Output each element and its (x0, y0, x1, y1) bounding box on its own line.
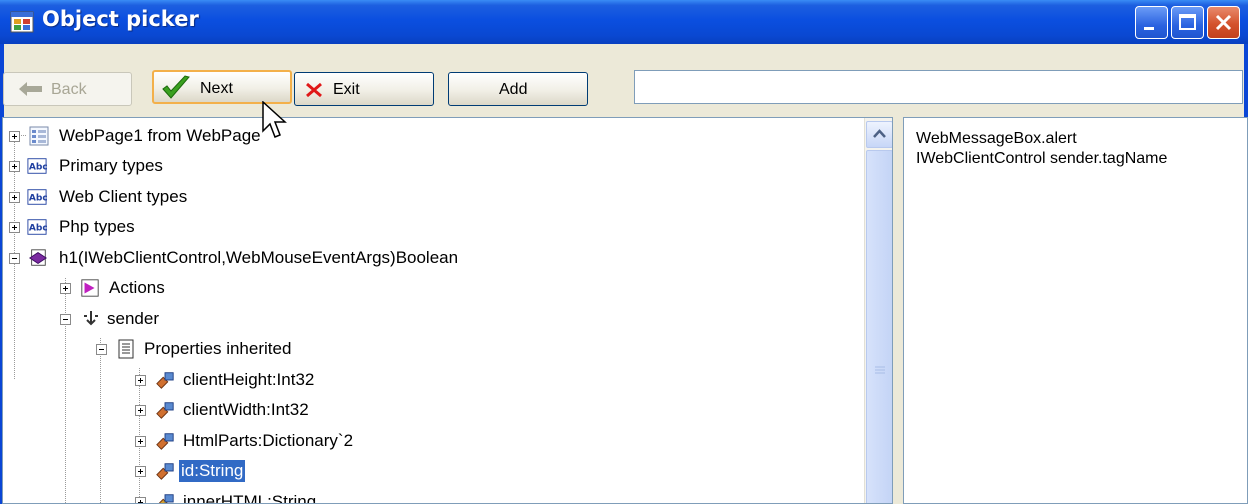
title-bar[interactable]: Object picker (0, 0, 1248, 44)
window: Object picker Back Next Exit Add WebPage… (0, 0, 1248, 504)
expand-icon[interactable] (135, 497, 146, 503)
expand-icon[interactable] (135, 466, 146, 477)
scroll-up-button[interactable] (866, 121, 892, 148)
property-icon (156, 433, 174, 450)
vertical-scrollbar[interactable] (864, 118, 892, 503)
mouse-cursor-icon (262, 101, 287, 138)
exit-label: Exit (333, 81, 360, 98)
back-label: Back (51, 81, 87, 98)
tree-item-label: Primary types (59, 156, 163, 175)
property-icon (156, 402, 174, 419)
tree-item-label: clientWidth:Int32 (183, 400, 309, 419)
tree-item-label: WebPage1 from WebPage (59, 126, 261, 145)
next-label: Next (200, 80, 233, 97)
object-tree[interactable]: WebPage1 from WebPage Abc Primary types … (2, 117, 893, 504)
tree-item-actions[interactable]: Actions (3, 275, 858, 305)
app-icon (10, 11, 34, 33)
svg-text:Abc: Abc (29, 163, 47, 173)
collapse-icon[interactable] (60, 314, 71, 325)
scroll-thumb[interactable] (866, 150, 892, 503)
tree-item-h1-method[interactable]: h1(IWebClientControl,WebMouseEventArgs)B… (3, 245, 858, 275)
maximize-button[interactable] (1171, 6, 1204, 39)
tree-item-innerhtml[interactable]: innerHTML:String (3, 489, 858, 504)
method-icon (28, 249, 48, 266)
chevron-up-icon (873, 129, 886, 138)
preview-line: WebMessageBox.alert (916, 130, 1077, 147)
code-preview-panel[interactable]: WebMessageBox.alert IWebClientControl se… (903, 117, 1248, 504)
tree-item-label: Php types (59, 217, 135, 236)
svg-text:Abc: Abc (29, 224, 47, 234)
tree-item-label: h1(IWebClientControl,WebMouseEventArgs)B… (59, 248, 459, 267)
tree-item-web-client-types[interactable]: Abc Web Client types (3, 184, 858, 214)
expand-icon[interactable] (9, 161, 20, 172)
tree-item-label: HtmlParts:Dictionary`2 (183, 431, 354, 450)
next-button[interactable]: Next (152, 70, 292, 104)
tree-item-label: sender (107, 309, 159, 328)
tree-item-id[interactable]: id:String (3, 458, 858, 488)
window-title: Object picker (42, 7, 199, 31)
minimize-icon (1144, 27, 1154, 30)
expand-icon[interactable] (135, 436, 146, 447)
property-icon (156, 463, 174, 480)
abc-type-icon: Abc (27, 219, 47, 235)
svg-text:Abc: Abc (29, 194, 47, 204)
abc-type-icon: Abc (27, 158, 47, 174)
close-icon (1215, 14, 1232, 31)
tree-item-primary-types[interactable]: Abc Primary types (3, 153, 858, 183)
add-button[interactable]: Add (448, 72, 588, 106)
tree-item-label: clientHeight:Int32 (183, 370, 315, 389)
back-arrow-icon (19, 82, 42, 96)
properties-icon (118, 339, 134, 359)
expand-icon[interactable] (9, 192, 20, 203)
expand-icon[interactable] (9, 222, 20, 233)
property-icon (158, 494, 174, 503)
expand-icon[interactable] (9, 131, 20, 142)
parameter-icon (84, 311, 98, 326)
preview-line: IWebClientControl sender.tagName (916, 150, 1168, 167)
tree-item-label: Properties inherited (144, 339, 292, 358)
tree-item-clientwidth[interactable]: clientWidth:Int32 (3, 397, 858, 427)
minimize-button[interactable] (1135, 6, 1168, 39)
tree-item-label: innerHTML:String (183, 492, 317, 504)
tree-item-htmlparts[interactable]: HtmlParts:Dictionary`2 (3, 428, 858, 458)
add-label: Add (499, 81, 528, 98)
actions-icon (81, 279, 99, 297)
tree-item-clientheight[interactable]: clientHeight:Int32 (3, 367, 858, 397)
collapse-icon[interactable] (96, 344, 107, 355)
abc-type-icon: Abc (27, 189, 47, 205)
collapse-icon[interactable] (9, 253, 20, 264)
back-button[interactable]: Back (3, 72, 132, 106)
red-x-icon (306, 82, 322, 98)
tree-item-sender[interactable]: sender (3, 306, 858, 336)
close-button[interactable] (1207, 6, 1240, 39)
expand-icon[interactable] (135, 405, 146, 416)
expand-icon[interactable] (135, 375, 146, 386)
tree-item-webpage1[interactable]: WebPage1 from WebPage (3, 123, 858, 153)
grip-icon (875, 366, 885, 374)
tree-item-properties-inherited[interactable]: Properties inherited (3, 336, 858, 366)
property-icon (156, 372, 174, 389)
tree-item-label: id:String (179, 460, 246, 482)
tree-item-php-types[interactable]: Abc Php types (3, 214, 858, 244)
exit-button[interactable]: Exit (294, 72, 434, 106)
expand-icon[interactable] (60, 283, 71, 294)
webpage-icon (29, 126, 49, 146)
tree-item-label: Web Client types (59, 187, 188, 206)
path-input[interactable] (634, 70, 1243, 104)
tree-item-label: Actions (109, 278, 165, 297)
maximize-icon (1179, 14, 1196, 30)
checkmark-icon (162, 75, 190, 99)
